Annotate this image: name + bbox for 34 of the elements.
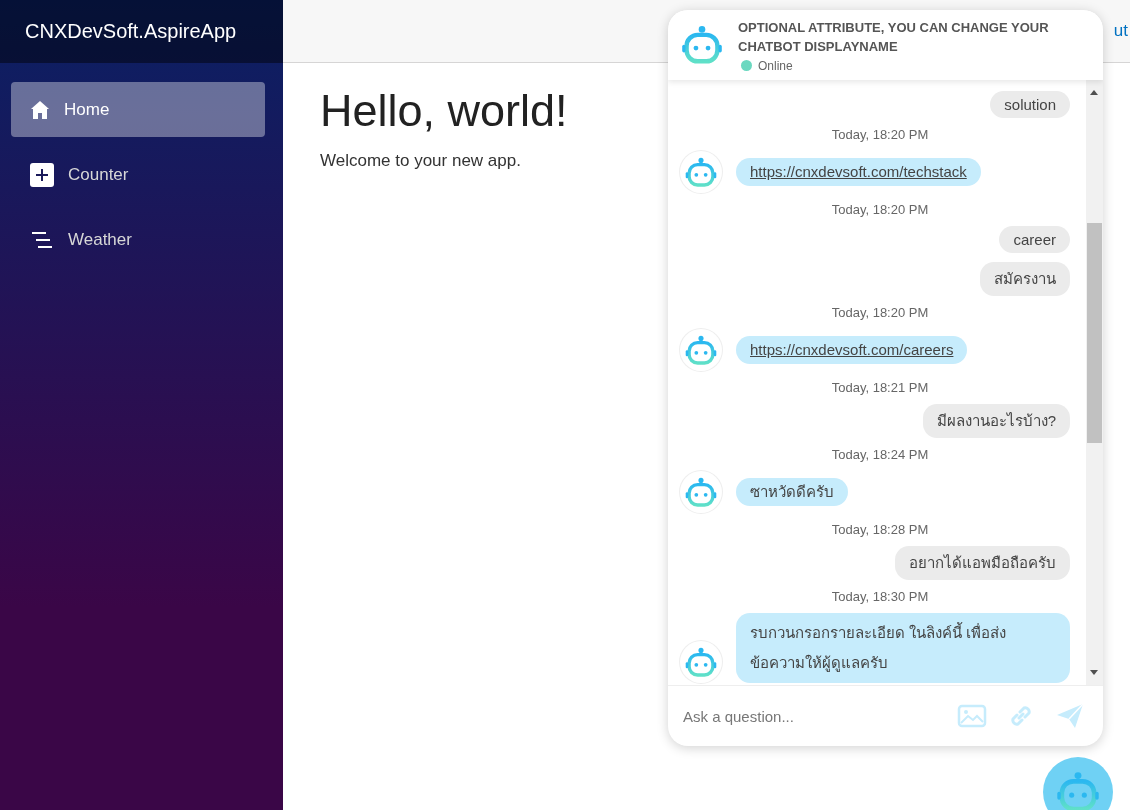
chat-title: OPTIONAL ATTRIBUTE, YOU CAN CHANGE YOUR CHATBOT DISPLAYNAME [738, 18, 1050, 56]
message-time: Today, 18:30 PM [831, 589, 929, 604]
message-time: Today, 18:20 PM [831, 202, 929, 217]
chatbot-icon [680, 25, 724, 65]
scrollbar[interactable] [1086, 80, 1103, 685]
message-time: Today, 18:20 PM [831, 127, 929, 142]
user-message: อยากได้แอพมือถือครับ [895, 546, 1070, 580]
question-field[interactable]: Ask a question... [681, 706, 937, 726]
home-icon [30, 99, 50, 120]
user-message: solution [990, 91, 1070, 118]
welcome-text: Welcome to your new app. [320, 151, 522, 171]
nav-item[interactable]: Weather [11, 212, 265, 267]
top-link[interactable]: ut [1113, 21, 1128, 41]
message-link[interactable]: https://cnxdevsoft.com/careers [750, 341, 954, 358]
message-time: Today, 18:24 PM [831, 447, 929, 462]
bot-message: ซาหวัดดีครับ [736, 478, 848, 506]
bot-message: รบกวนกรอกรายละเอียด ในลิงค์นี้ เพื่อส่งข้อความให้ผู้ดูแลครับ [736, 613, 1070, 683]
message-link[interactable]: https://cnxdevsoft.com/techstack [750, 163, 967, 180]
status-text: Online [758, 58, 793, 73]
nav-item[interactable]: Counter [11, 147, 265, 202]
nav-item[interactable]: Home [11, 82, 265, 137]
message-time: Today, 18:28 PM [831, 522, 929, 537]
message-time: Today, 18:20 PM [831, 305, 929, 320]
chat-launcher-button[interactable] [1043, 757, 1113, 810]
user-message: สมัครงาน [980, 262, 1070, 296]
user-message: career [999, 226, 1070, 253]
plus-icon [30, 162, 54, 187]
message-time: Today, 18:21 PM [831, 380, 929, 395]
chatbot-icon [1055, 771, 1101, 810]
page-heading: Hello, world! [320, 85, 568, 137]
image-icon[interactable] [957, 704, 987, 728]
user-message: มีผลงานอะไรบ้าง? [922, 404, 1070, 438]
send-icon[interactable] [1055, 702, 1085, 730]
list-icon [30, 230, 54, 249]
